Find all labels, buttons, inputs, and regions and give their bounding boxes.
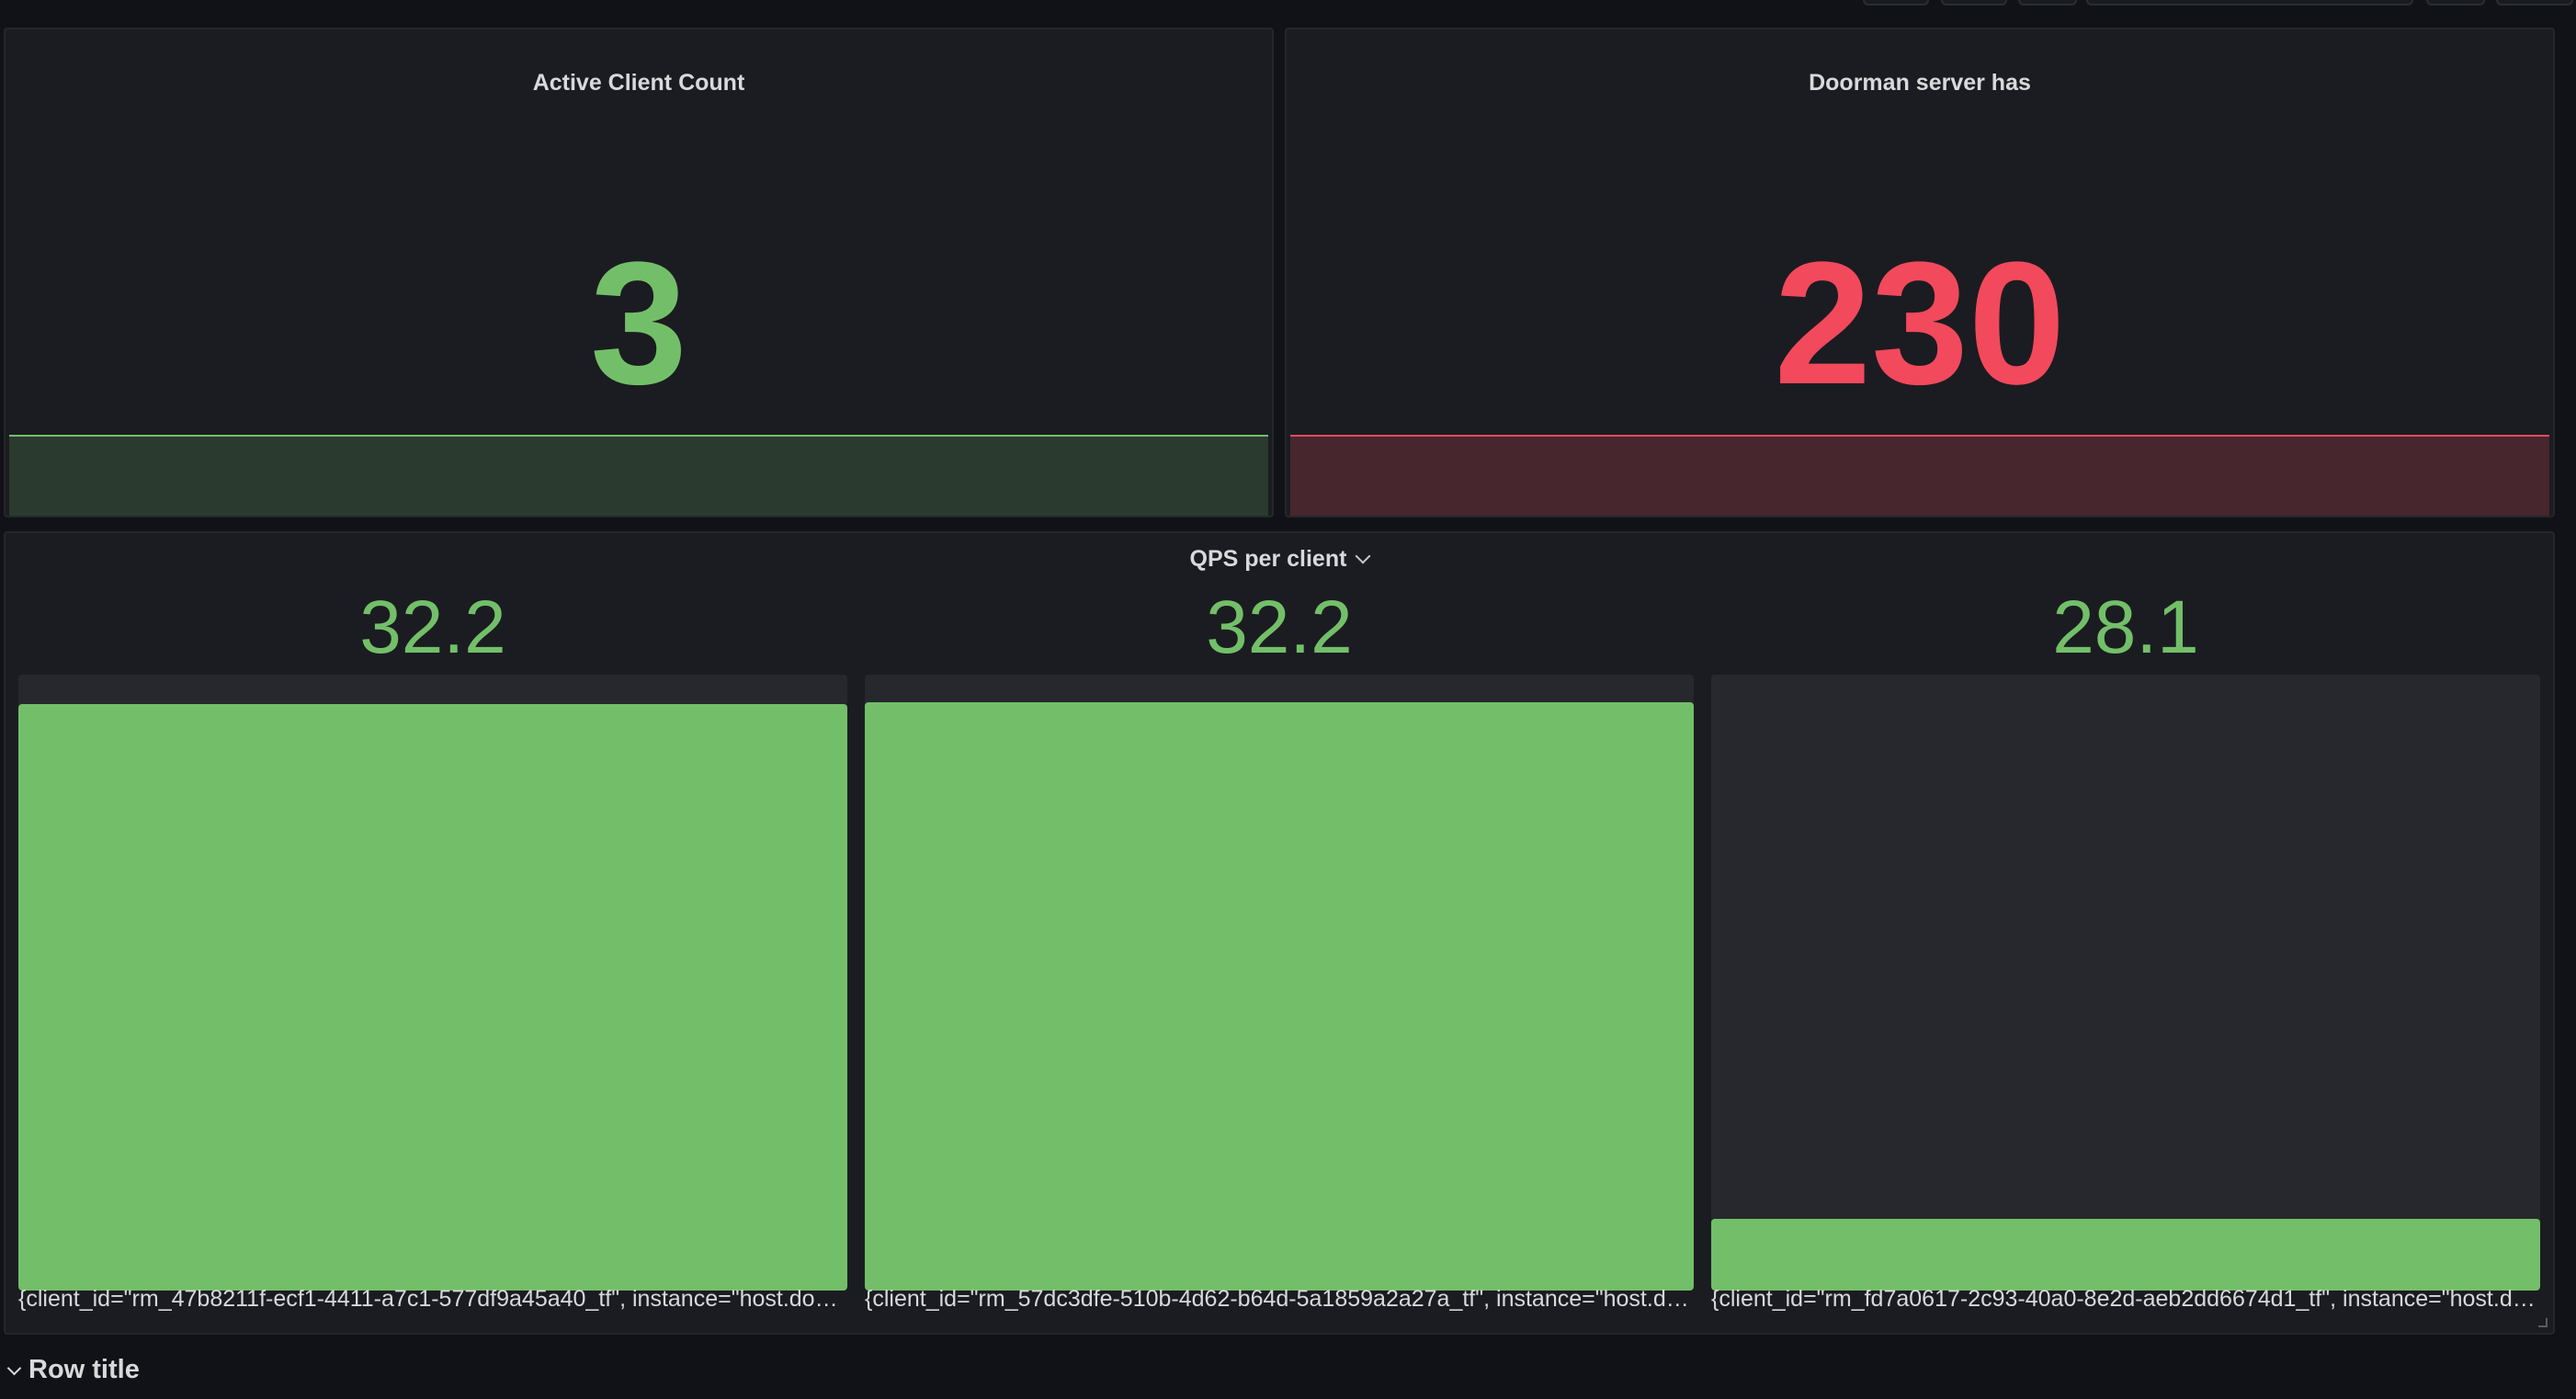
gauge-track	[18, 675, 847, 1291]
panel-title-menu[interactable]: QPS per client	[6, 546, 2553, 573]
zoom-out-button[interactable]	[2426, 0, 2485, 6]
gauge-label: {client_id="rm_57dc3dfe-510b-4d62-b64d-5…	[865, 1286, 1694, 1312]
panel-title[interactable]: Doorman server has	[1287, 70, 2553, 97]
sparkline-area	[1290, 435, 2549, 516]
panel-title[interactable]: Active Client Count	[6, 70, 1272, 97]
gauge-track	[1711, 675, 2540, 1291]
gauge-value: 32.2	[1206, 586, 1353, 669]
gauge-fill	[1711, 1218, 2540, 1291]
gauge-value: 28.1	[2052, 586, 2199, 669]
gauge-track	[865, 675, 1694, 1291]
row-title: Row title	[28, 1355, 140, 1384]
top-toolbar	[0, 0, 2576, 24]
gauge-fill	[865, 702, 1694, 1291]
panel-title: QPS per client	[1189, 546, 1347, 572]
chevron-down-icon	[6, 1360, 22, 1376]
gauge-label: {client_id="rm_47b8211f-ecf1-4411-a7c1-5…	[18, 1286, 847, 1312]
sparkline-area	[9, 435, 1268, 516]
gauge-value: 32.2	[359, 586, 506, 669]
doorman-server-panel[interactable]: Doorman server has 230	[1285, 28, 2555, 518]
refresh-button[interactable]	[2496, 0, 2573, 6]
toolbar-button[interactable]	[2018, 0, 2077, 6]
gauge-fill	[18, 704, 847, 1291]
active-client-count-panel[interactable]: Active Client Count 3	[4, 28, 1274, 518]
resize-handle-icon[interactable]	[2538, 1318, 2548, 1327]
toolbar-button[interactable]	[1863, 0, 1929, 6]
gauge-label: {client_id="rm_fd7a0617-2c93-40a0-8e2d-a…	[1711, 1286, 2540, 1312]
stat-value: 3	[590, 226, 687, 421]
toolbar-button[interactable]	[1941, 0, 2007, 6]
chevron-down-icon	[1355, 548, 1371, 564]
time-range-picker[interactable]	[2086, 0, 2413, 6]
row-header[interactable]: Row title	[6, 1355, 140, 1385]
stat-value: 230	[1774, 226, 2066, 421]
